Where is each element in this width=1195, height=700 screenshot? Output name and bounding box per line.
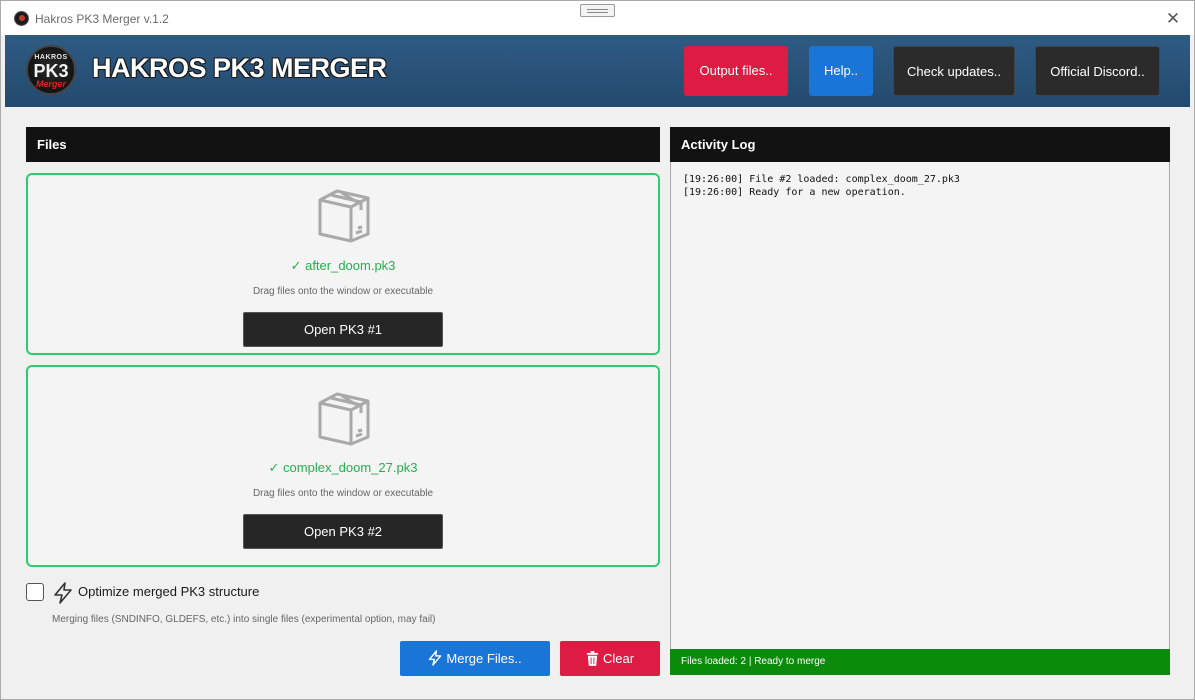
- loaded-filename: ✓ complex_doom_27.pk3: [268, 460, 418, 475]
- official-discord-button[interactable]: Official Discord..: [1035, 46, 1160, 96]
- app-header: HAKROS PK3 Merger HAKROS PK3 MERGER Outp…: [5, 35, 1190, 107]
- merge-files-button[interactable]: Merge Files..: [400, 641, 550, 676]
- pk3-dropzone-1[interactable]: ✓ after_doom.pk3 Drag files onto the win…: [26, 173, 660, 355]
- app-icon: [14, 11, 29, 26]
- clear-button[interactable]: Clear: [560, 641, 660, 676]
- app-window: Hakros PK3 Merger v.1.2 ✕ HAKROS PK3 Mer…: [0, 0, 1195, 700]
- drag-hint: Drag files onto the window or executable: [252, 488, 434, 499]
- pk3-dropzone-2[interactable]: ✓ complex_doom_27.pk3 Drag files onto th…: [26, 365, 660, 567]
- files-panel-title: Files: [26, 127, 660, 162]
- help-button[interactable]: Help..: [809, 46, 873, 96]
- logo-text-top: HAKROS: [34, 54, 68, 61]
- lightning-icon: [429, 650, 442, 666]
- optimize-checkbox[interactable]: [26, 583, 44, 601]
- status-bar: Files loaded: 2 | Ready to merge: [670, 649, 1170, 675]
- optimize-description: Merging files (SNDINFO, GLDEFS, etc.) in…: [52, 614, 436, 625]
- drag-grip-icon[interactable]: [580, 4, 615, 17]
- log-line: [19:26:00] File #2 loaded: complex_doom_…: [683, 174, 960, 185]
- window-title: Hakros PK3 Merger v.1.2: [35, 12, 169, 26]
- open-pk3-1-button[interactable]: Open PK3 #1: [243, 312, 443, 347]
- check-updates-button[interactable]: Check updates..: [893, 46, 1015, 96]
- log-line: [19:26:00] Ready for a new operation.: [683, 187, 906, 198]
- open-pk3-2-button[interactable]: Open PK3 #2: [243, 514, 443, 549]
- output-files-button[interactable]: Output files..: [684, 46, 788, 96]
- package-box-icon: [318, 392, 370, 446]
- loaded-filename: ✓ after_doom.pk3: [290, 258, 396, 273]
- trash-icon: [586, 650, 599, 666]
- app-logo: HAKROS PK3 Merger: [26, 45, 76, 95]
- activity-log-title: Activity Log: [670, 127, 1170, 162]
- close-icon[interactable]: ✕: [1163, 9, 1183, 29]
- activity-log[interactable]: [19:26:00] File #2 loaded: complex_doom_…: [670, 162, 1170, 649]
- brand-title: HAKROS PK3 MERGER: [92, 53, 387, 83]
- drag-hint: Drag files onto the window or executable: [252, 286, 434, 297]
- package-box-icon: [318, 189, 370, 243]
- lightning-icon: [54, 582, 72, 604]
- merge-files-label: Merge Files..: [446, 651, 522, 666]
- clear-label: Clear: [602, 651, 635, 666]
- optimize-label: Optimize merged PK3 structure: [78, 584, 260, 599]
- title-bar: Hakros PK3 Merger v.1.2 ✕: [1, 1, 1194, 35]
- logo-text-bottom: Merger: [35, 79, 66, 89]
